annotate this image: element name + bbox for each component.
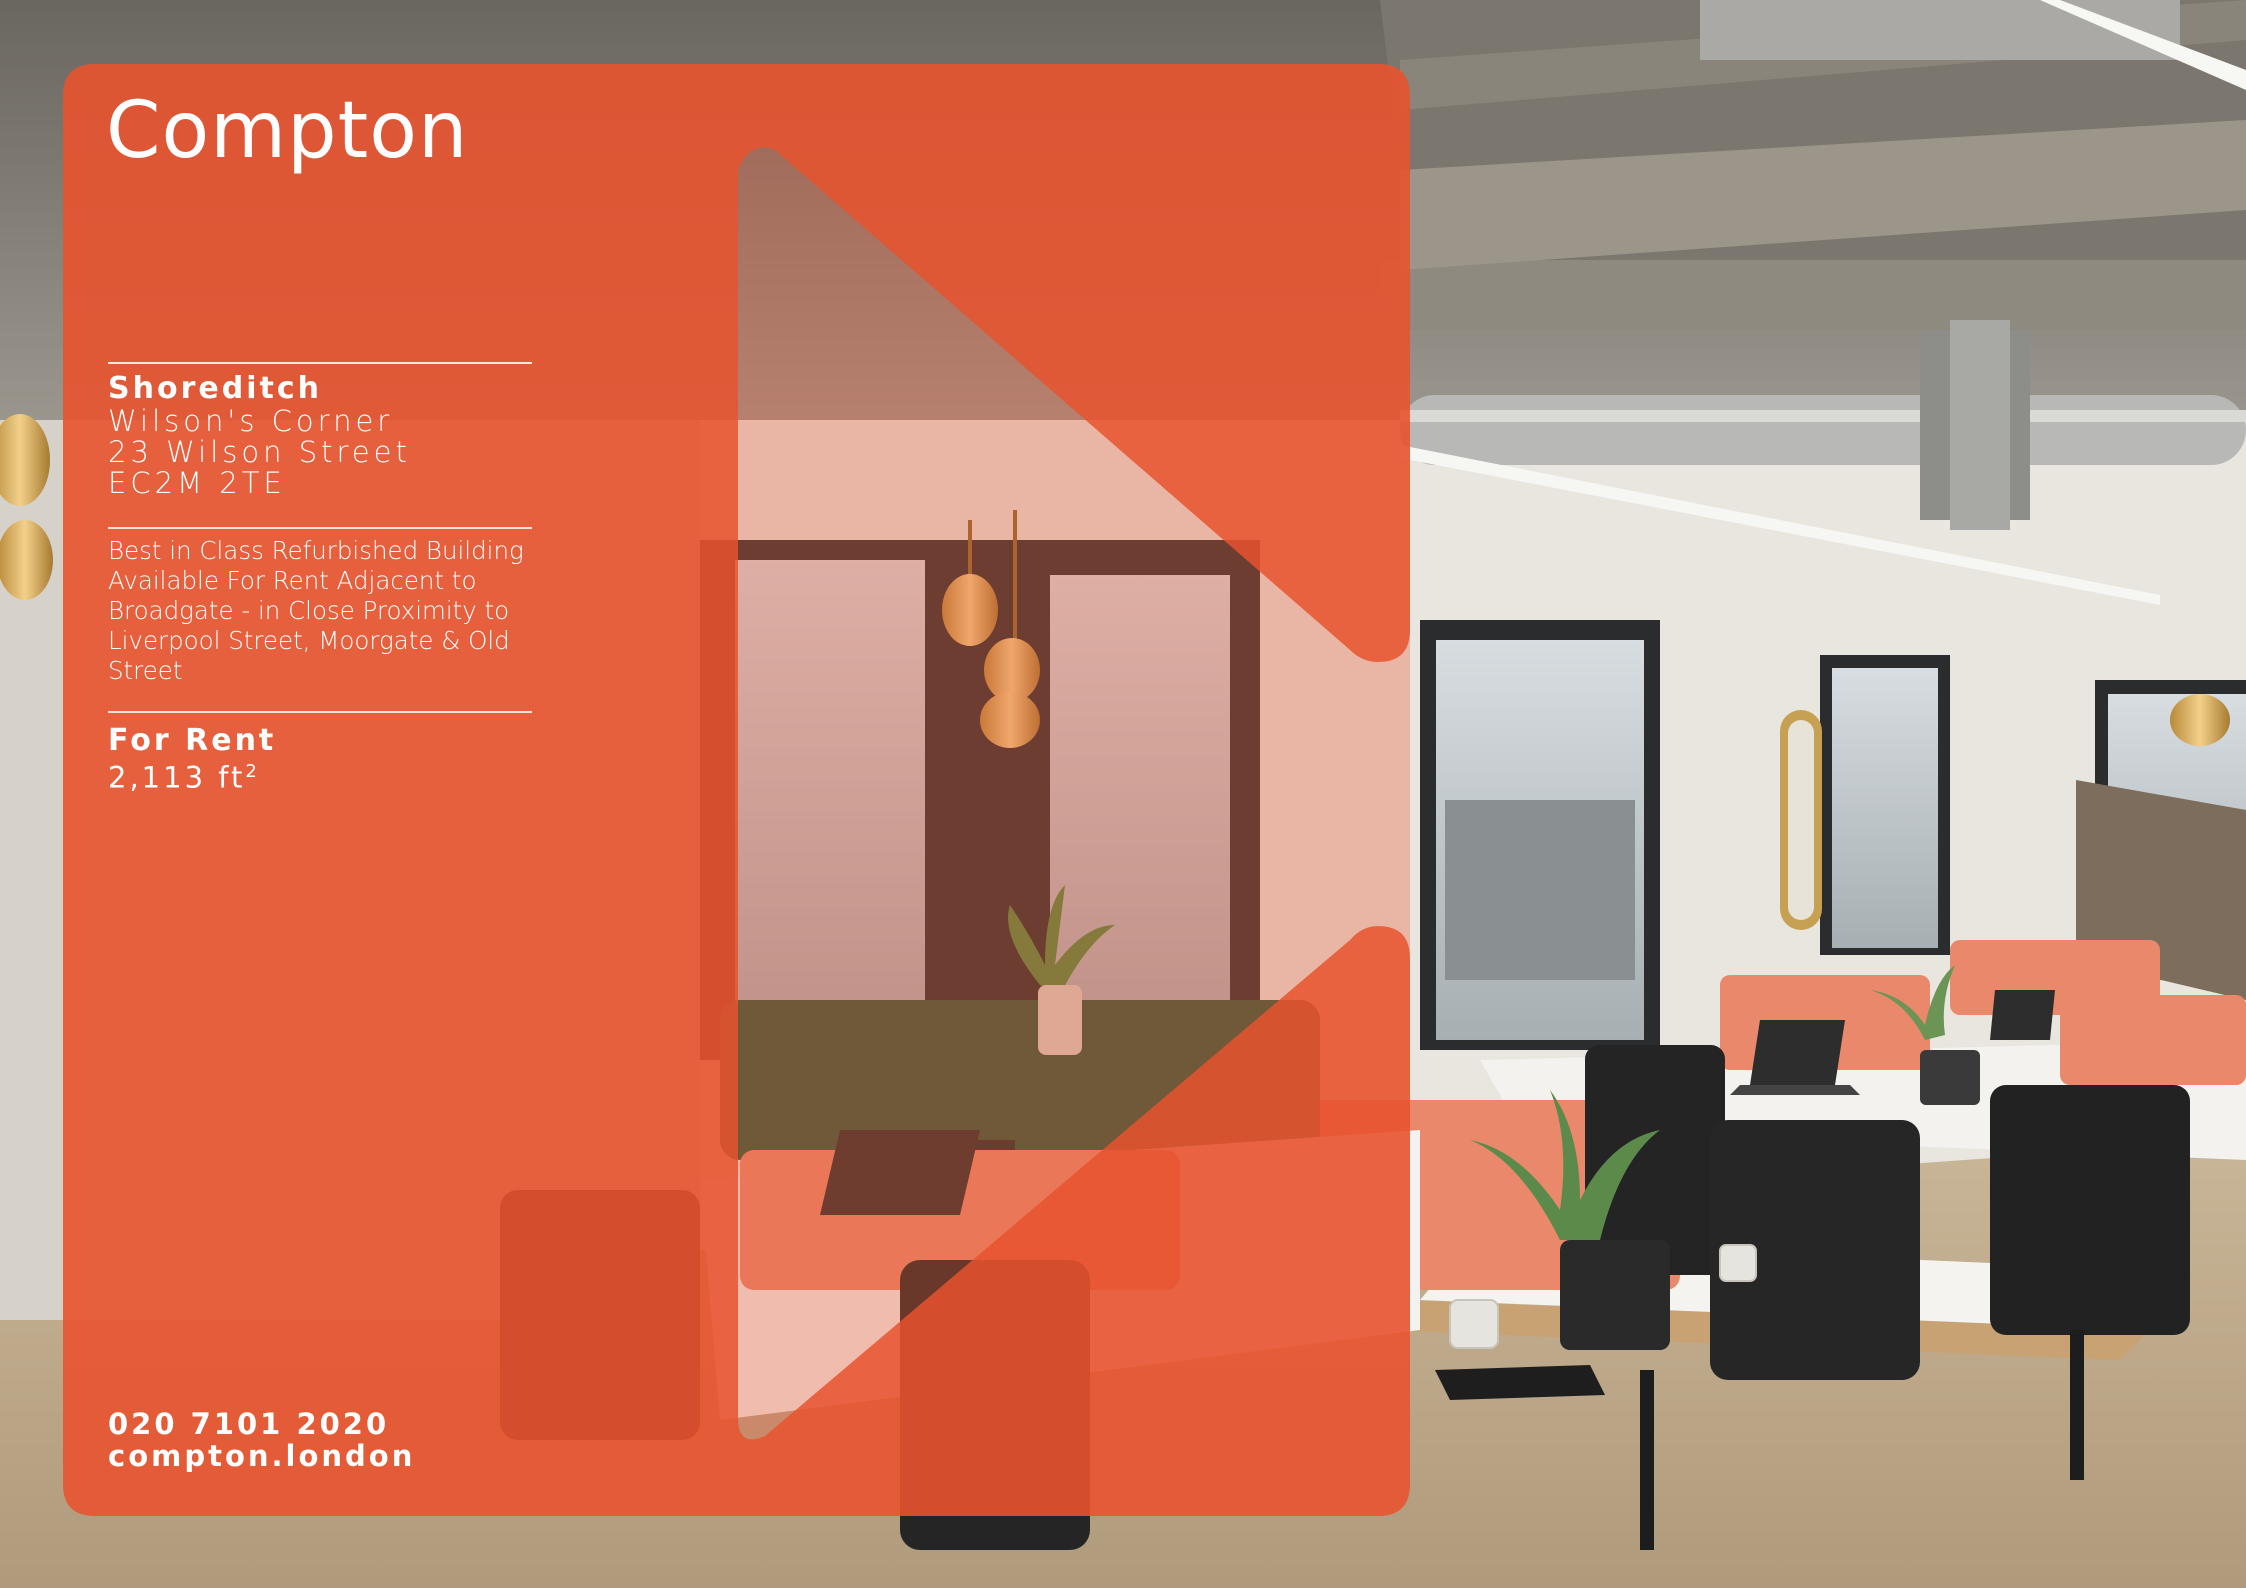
floor-area-unit-superscript: 2: [245, 761, 257, 782]
location-area: Shoreditch: [108, 371, 322, 406]
contact-website[interactable]: compton.london: [108, 1440, 415, 1472]
brand-logo-wordmark: Compton: [106, 86, 469, 176]
contact-phone[interactable]: 020 7101 2020: [108, 1408, 389, 1440]
divider-rule: [108, 527, 532, 529]
postcode: EC2M 2TE: [108, 466, 286, 500]
floor-area-value: 2,113 ft: [108, 760, 246, 795]
floor-area: 2,113 ft2: [108, 756, 257, 794]
street-address: 23 Wilson Street: [108, 435, 411, 469]
listing-type: For Rent: [108, 723, 277, 758]
building-name: Wilson's Corner: [108, 404, 394, 438]
divider-rule: [108, 711, 532, 713]
brand-panel: [63, 64, 1410, 1516]
property-description: Best in Class Refurbished Building Avail…: [108, 536, 524, 685]
divider-rule: [108, 362, 532, 364]
